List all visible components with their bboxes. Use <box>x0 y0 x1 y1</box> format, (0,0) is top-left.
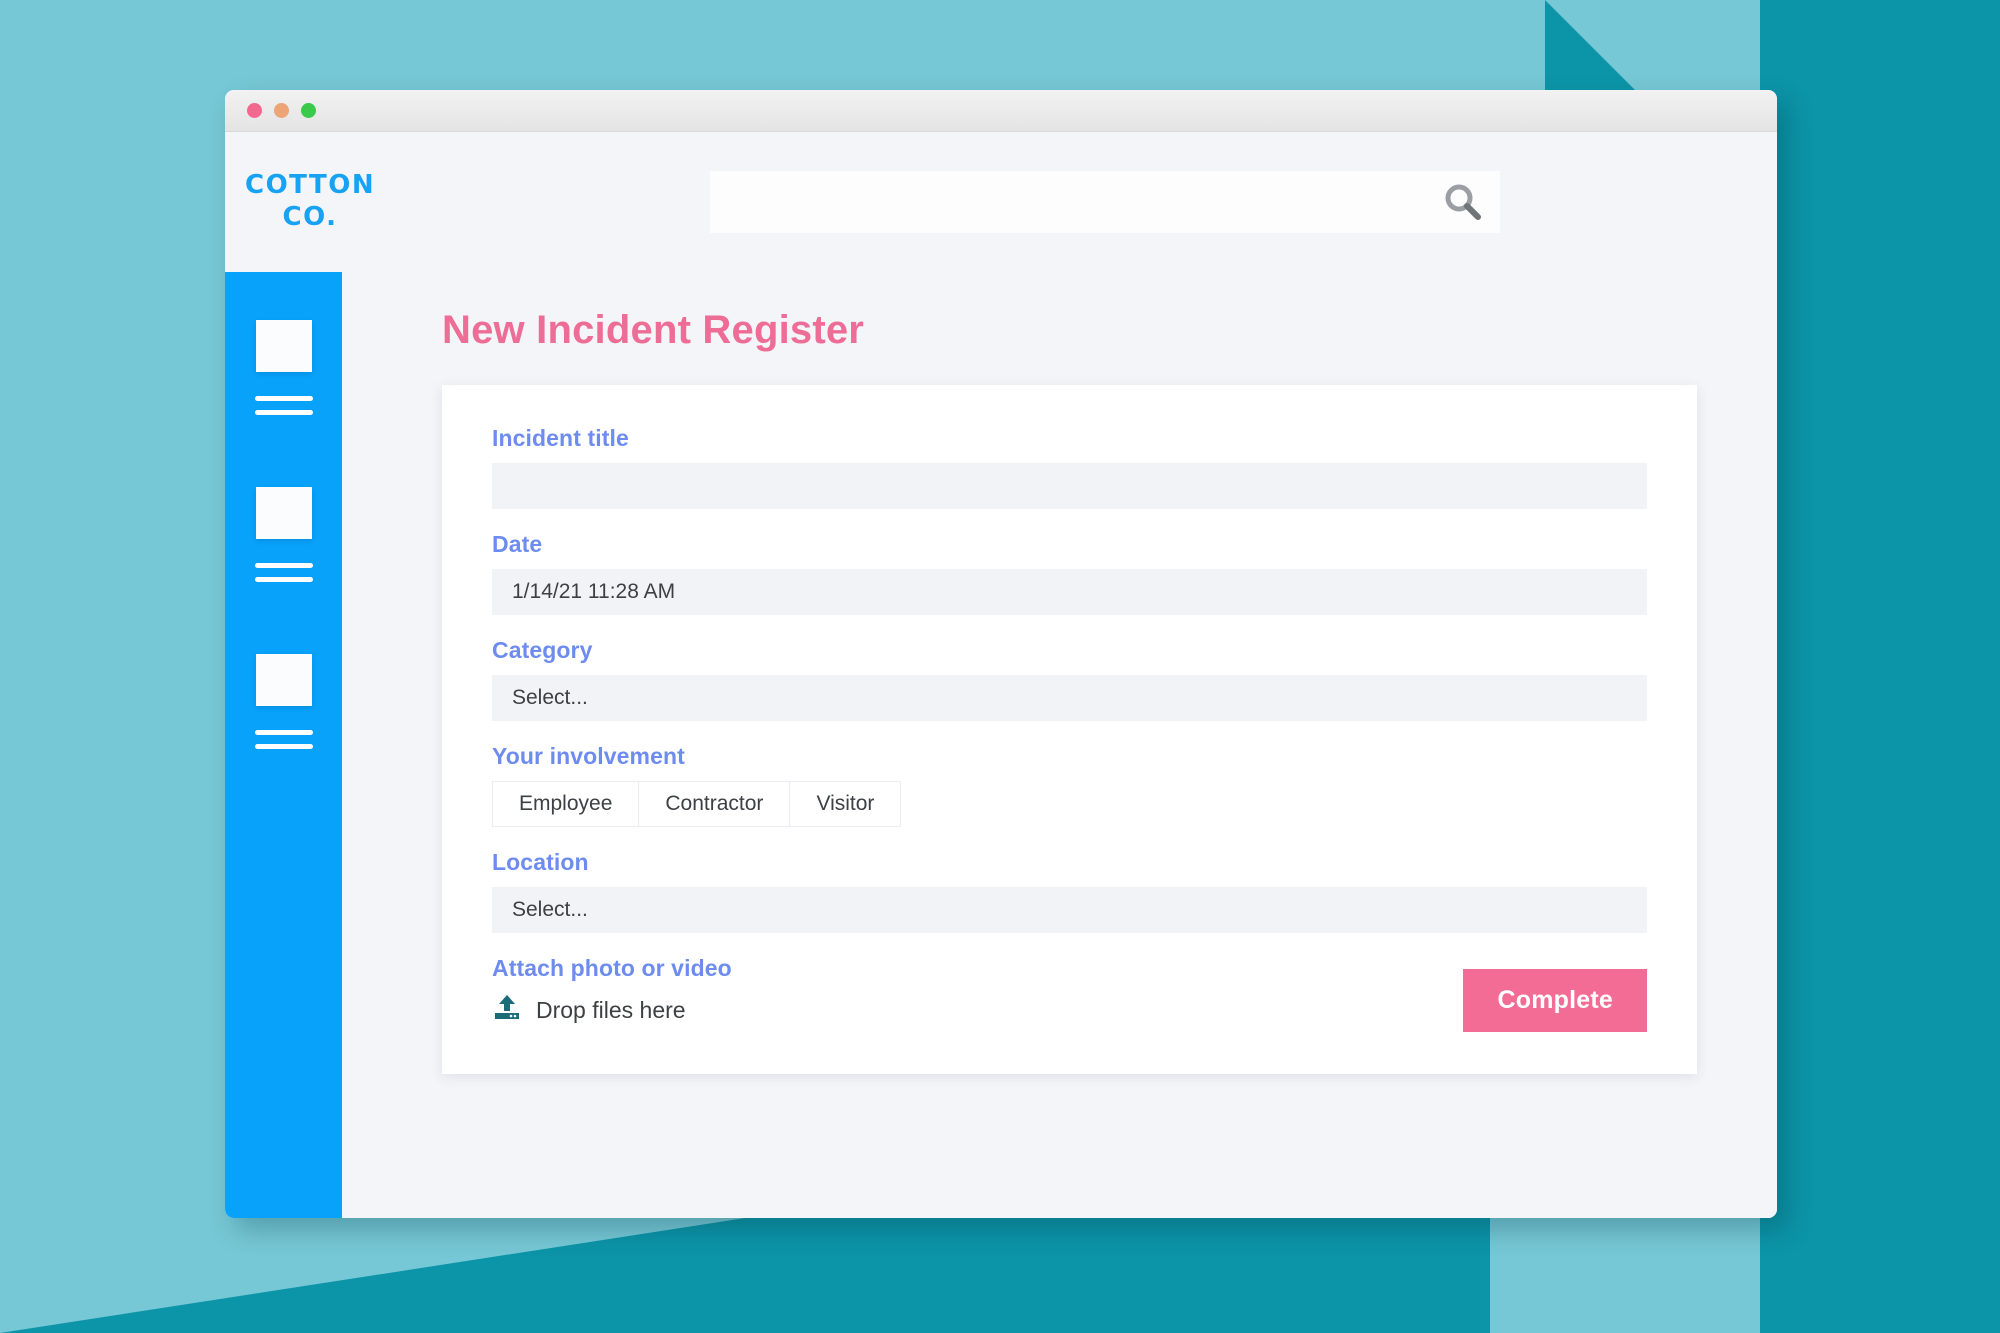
search-icon[interactable] <box>1426 171 1500 233</box>
field-incident-title: Incident title <box>492 425 1647 509</box>
dropzone-text: Drop files here <box>536 997 686 1023</box>
close-window-button[interactable] <box>247 103 262 118</box>
sidebar-item-3[interactable] <box>225 654 342 749</box>
incident-form-card: Incident title Date 1/14/21 11:28 AM Cat… <box>442 385 1697 1074</box>
page-title: New Incident Register <box>442 308 865 352</box>
sidebar-item-1[interactable] <box>225 320 342 415</box>
category-select[interactable]: Select... <box>492 675 1647 721</box>
your-involvement-label: Your involvement <box>492 743 685 769</box>
backdrop-wedge-right <box>1760 0 2000 1333</box>
field-your-involvement: Your involvement Employee Contractor Vis… <box>492 743 1647 827</box>
attach-section: Attach photo or video Drop files here <box>492 955 732 1032</box>
file-dropzone[interactable]: Drop files here <box>492 993 732 1032</box>
sidebar-item-2[interactable] <box>225 487 342 582</box>
incident-title-label: Incident title <box>492 425 629 451</box>
nav-label-bar-1 <box>254 396 313 401</box>
location-label: Location <box>492 849 589 875</box>
search-input[interactable] <box>710 171 1426 233</box>
brand-logo-line-2: CO. <box>282 202 338 232</box>
incident-title-input[interactable] <box>492 463 1647 509</box>
search-bar[interactable] <box>710 171 1500 233</box>
field-category: Category Select... <box>492 637 1647 721</box>
date-label: Date <box>492 531 543 557</box>
sidebar <box>225 272 342 1218</box>
involvement-option-contractor[interactable]: Contractor <box>638 781 791 827</box>
nav-label-bar-1 <box>254 730 313 735</box>
attach-label: Attach photo or video <box>492 955 732 981</box>
main-content: New Incident Register Incident title Dat… <box>342 272 1777 1218</box>
date-input[interactable]: 1/14/21 11:28 AM <box>492 569 1647 615</box>
nav-placeholder-icon <box>255 320 312 372</box>
maximize-window-button[interactable] <box>301 103 316 118</box>
attach-row: Attach photo or video Drop files here Co… <box>492 955 1647 1032</box>
category-label: Category <box>492 637 593 663</box>
browser-titlebar <box>225 90 1777 132</box>
nav-label-bar-2 <box>254 577 313 582</box>
browser-window: COTTON CO. New Incident Register Inciden… <box>225 90 1777 1218</box>
minimize-window-button[interactable] <box>274 103 289 118</box>
brand-logo[interactable]: COTTON CO. <box>245 170 375 233</box>
field-location: Location Select... <box>492 849 1647 933</box>
nav-placeholder-icon <box>255 487 312 539</box>
nav-label-bar-2 <box>254 744 313 749</box>
app-header: COTTON CO. <box>225 132 1777 272</box>
app-body: New Incident Register Incident title Dat… <box>225 272 1777 1218</box>
involvement-option-employee[interactable]: Employee <box>492 781 640 827</box>
field-date: Date 1/14/21 11:28 AM <box>492 531 1647 615</box>
brand-logo-line-1: COTTON <box>245 170 376 201</box>
complete-button[interactable]: Complete <box>1463 969 1647 1032</box>
nav-label-bar-2 <box>254 410 313 415</box>
involvement-option-visitor[interactable]: Visitor <box>789 781 902 827</box>
nav-label-bar-1 <box>254 563 313 568</box>
involvement-segmented-control: Employee Contractor Visitor <box>492 781 902 827</box>
nav-placeholder-icon <box>255 654 312 706</box>
upload-icon <box>492 993 522 1028</box>
location-select[interactable]: Select... <box>492 887 1647 933</box>
